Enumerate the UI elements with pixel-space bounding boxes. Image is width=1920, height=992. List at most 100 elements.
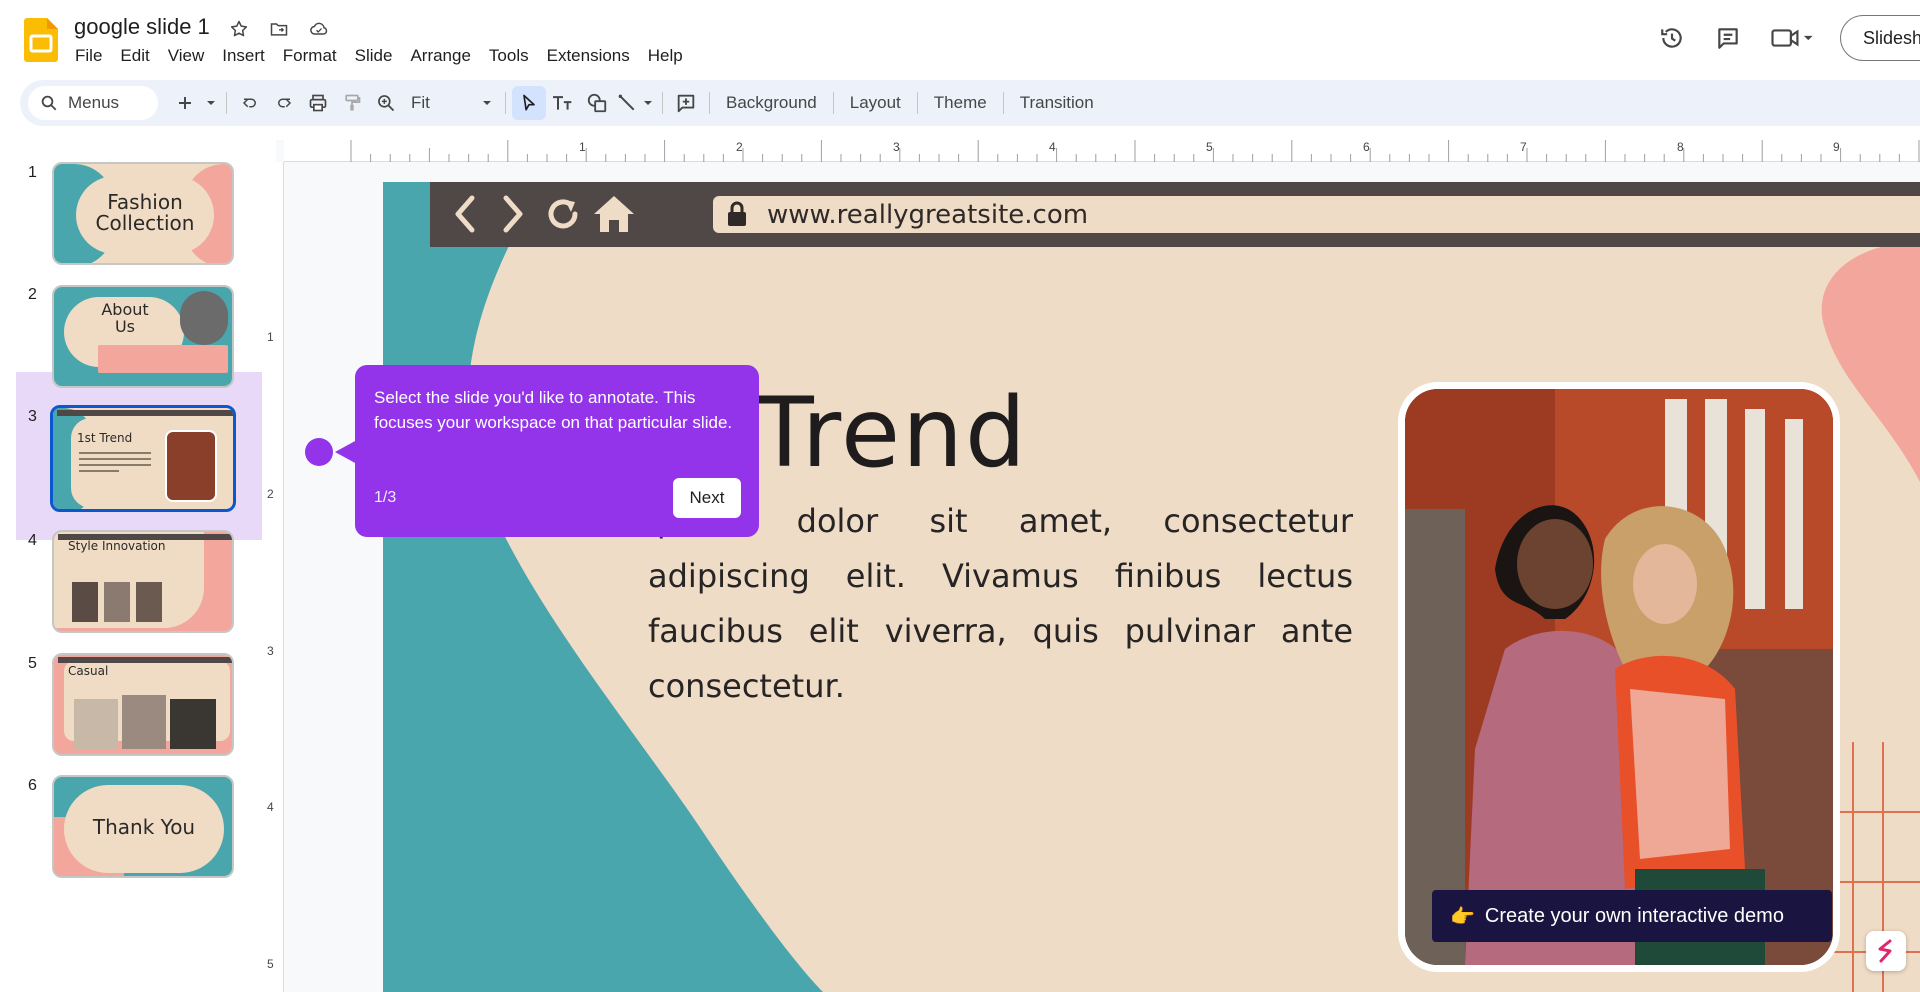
comments-icon[interactable] xyxy=(1708,18,1748,58)
menu-tools[interactable]: Tools xyxy=(480,44,538,68)
slide-thumbnail-4[interactable]: Style Innovation xyxy=(52,530,234,633)
zoom-icon[interactable] xyxy=(369,86,403,120)
chevron-down-icon xyxy=(483,101,491,105)
app-header: google slide 1 File Edit View Insert For… xyxy=(0,0,1920,76)
slides-logo-icon[interactable] xyxy=(24,18,58,62)
toolbar-divider xyxy=(226,92,227,114)
print-icon[interactable] xyxy=(301,86,335,120)
new-slide-button[interactable] xyxy=(168,86,202,120)
menu-format[interactable]: Format xyxy=(274,44,346,68)
menu-bar: File Edit View Insert Format Slide Arran… xyxy=(66,44,692,68)
version-history-icon[interactable] xyxy=(1652,18,1692,58)
document-title[interactable]: google slide 1 xyxy=(74,14,210,40)
slide-thumbnail-5[interactable]: Casual xyxy=(52,653,234,756)
new-slide-dropdown-icon[interactable] xyxy=(202,86,220,120)
meet-video-icon[interactable] xyxy=(1764,18,1820,58)
browser-bar-graphic: www.reallygreatsite.com xyxy=(430,182,1920,247)
ruler-label: 3 xyxy=(893,140,900,154)
undo-icon[interactable] xyxy=(233,86,267,120)
current-slide[interactable]: www.reallygreatsite.com t Trend ipsum do… xyxy=(383,182,1920,992)
ruler-label: 4 xyxy=(267,800,274,814)
zoom-value: Fit xyxy=(411,93,430,112)
menu-view[interactable]: View xyxy=(159,44,214,68)
ruler-label: 7 xyxy=(1520,140,1527,154)
vertical-ruler[interactable]: 1 2 3 4 5 xyxy=(262,162,284,992)
thumb-browser-bar xyxy=(57,410,233,416)
background-button[interactable]: Background xyxy=(716,86,827,120)
ruler-label: 5 xyxy=(267,957,274,971)
tour-hotspot[interactable] xyxy=(305,438,333,466)
menus-search-label: Menus xyxy=(68,93,120,112)
ruler-label: 2 xyxy=(736,140,743,154)
fashion-photo xyxy=(1398,382,1840,972)
ruler-label: 3 xyxy=(267,644,274,658)
slide-thumbnail-6[interactable]: Thank You xyxy=(52,775,234,878)
ruler-label: 2 xyxy=(267,487,274,501)
move-to-folder-icon[interactable] xyxy=(266,16,292,42)
redo-icon[interactable] xyxy=(267,86,301,120)
menu-insert[interactable]: Insert xyxy=(213,44,274,68)
menu-file[interactable]: File xyxy=(66,44,111,68)
toolbar-divider xyxy=(832,92,834,114)
menu-slide[interactable]: Slide xyxy=(346,44,402,68)
menu-arrange[interactable]: Arrange xyxy=(401,44,479,68)
layout-button[interactable]: Layout xyxy=(840,86,911,120)
thumb-title: About Us xyxy=(80,301,170,336)
slide-thumbnail-2[interactable]: About Us xyxy=(52,285,234,388)
thumb-photo xyxy=(74,699,118,749)
pointing-hand-icon: 👉 xyxy=(1450,905,1475,928)
create-demo-label: Create your own interactive demo xyxy=(1484,904,1784,927)
thumb-title-line: Collection xyxy=(95,211,195,235)
photo-image xyxy=(1405,389,1833,965)
tooltip-step-counter: 1/3 xyxy=(374,489,397,506)
paint-format-icon[interactable] xyxy=(335,86,369,120)
slideshow-button[interactable]: Slidesh xyxy=(1840,15,1920,61)
next-button[interactable]: Next xyxy=(673,478,741,518)
slide-thumbnail-3[interactable]: 1st Trend xyxy=(50,405,236,512)
slide-number: 4 xyxy=(28,532,37,549)
thumb-title-line: Fashion xyxy=(107,190,183,214)
toolbar-divider xyxy=(916,92,918,114)
theme-button[interactable]: Theme xyxy=(924,86,997,120)
ruler-label: 1 xyxy=(267,330,274,344)
cloud-saved-icon[interactable] xyxy=(306,16,332,42)
forward-arrow-icon xyxy=(503,195,523,233)
zoom-select[interactable]: Fit xyxy=(403,86,499,120)
menus-search[interactable]: Menus xyxy=(28,86,158,120)
thumb-text-line xyxy=(79,464,151,466)
menu-edit[interactable]: Edit xyxy=(111,44,158,68)
line-dropdown-icon[interactable] xyxy=(640,86,656,120)
slide-filmstrip: 1 Fashion Collection 2 About Us 3 1st Tr… xyxy=(0,140,276,992)
ruler-label: 9 xyxy=(1833,140,1840,154)
thumb-photo xyxy=(104,582,130,622)
thumb-title: Style Innovation xyxy=(68,539,166,553)
slide-number: 1 xyxy=(28,164,37,181)
select-tool-icon[interactable] xyxy=(512,86,546,120)
url-text: www.reallygreatsite.com xyxy=(767,199,1089,230)
menu-extensions[interactable]: Extensions xyxy=(538,44,639,68)
transition-button[interactable]: Transition xyxy=(1010,86,1104,120)
line-icon[interactable] xyxy=(614,86,640,120)
star-icon[interactable] xyxy=(226,16,252,42)
create-demo-banner[interactable]: 👉 Create your own interactive demo xyxy=(1432,890,1832,942)
tooltip-text: Select the slide you'd like to annotate.… xyxy=(374,388,733,432)
slide-thumbnail-1[interactable]: Fashion Collection xyxy=(52,162,234,265)
horizontal-ruler[interactable]: 1 2 3 4 5 6 7 8 9 xyxy=(284,140,1920,162)
thumb-title: 1st Trend xyxy=(77,431,133,445)
thumb-text-line xyxy=(79,452,151,454)
toolbar-divider xyxy=(662,92,663,114)
brand-logo-icon[interactable] xyxy=(1866,931,1906,971)
slide-number: 5 xyxy=(28,655,37,672)
ruler-label: 4 xyxy=(1049,140,1056,154)
menu-help[interactable]: Help xyxy=(639,44,692,68)
toolbar-divider xyxy=(709,92,710,114)
search-icon xyxy=(41,95,57,111)
thumb-photo xyxy=(170,699,216,749)
thumb-photo xyxy=(165,430,217,502)
text-box-icon[interactable] xyxy=(546,86,580,120)
ruler-label: 8 xyxy=(1677,140,1684,154)
shape-icon[interactable] xyxy=(580,86,614,120)
add-comment-icon[interactable] xyxy=(669,86,703,120)
ruler-label: 1 xyxy=(579,140,586,154)
tour-tooltip: Select the slide you'd like to annotate.… xyxy=(355,365,759,537)
